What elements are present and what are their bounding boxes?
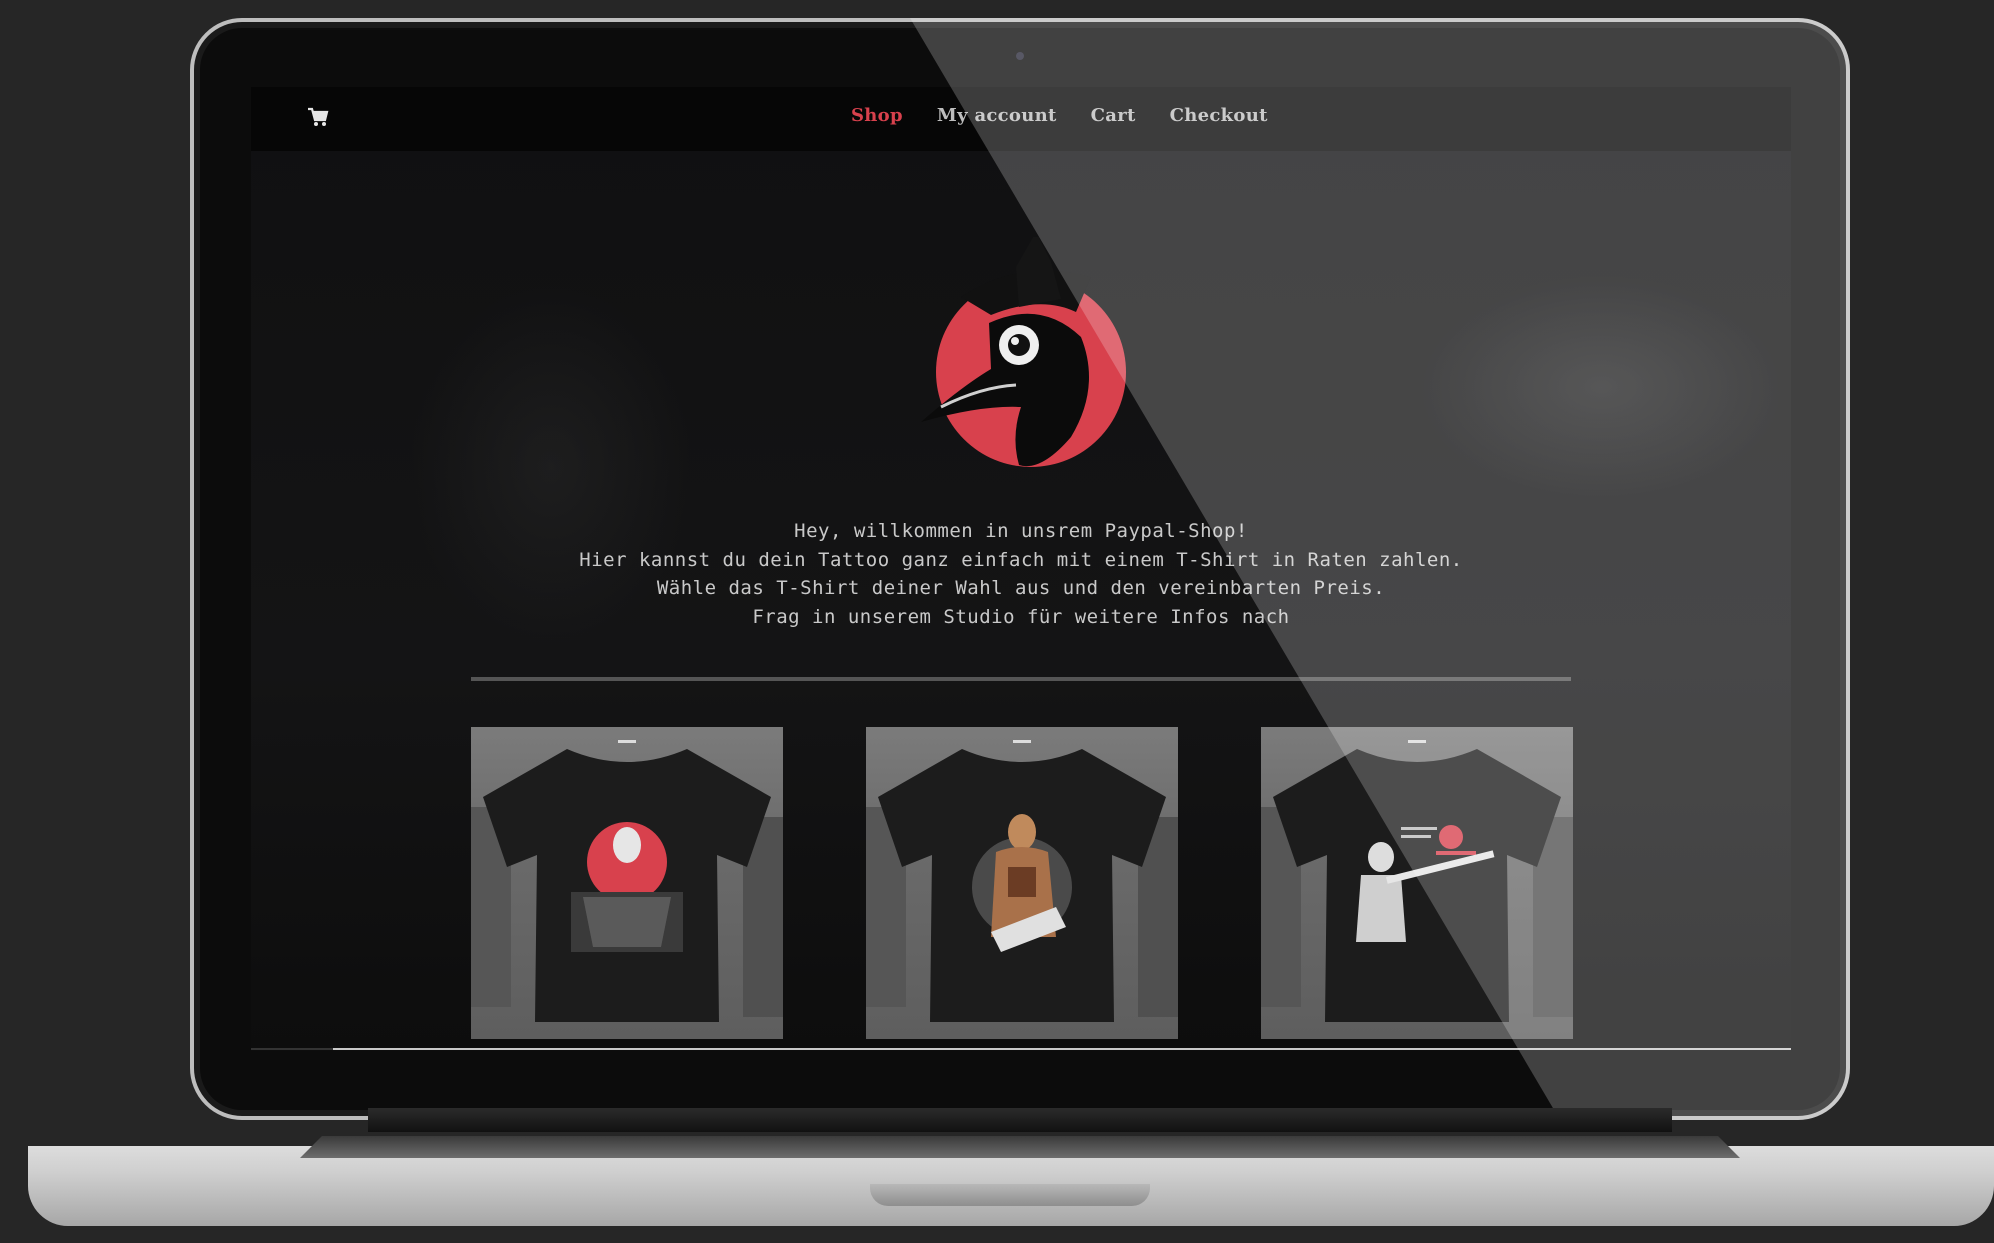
product-card-plague-doctor[interactable] xyxy=(471,727,783,1039)
keyboard-edge xyxy=(300,1136,1740,1158)
hanger-tag xyxy=(1013,740,1031,743)
cart-icon[interactable] xyxy=(307,107,329,127)
section-divider xyxy=(471,677,1571,681)
top-navigation-bar: Shop My account Cart Checkout xyxy=(251,87,1791,151)
footer-line xyxy=(251,1048,1791,1050)
nav-shop-link[interactable]: Shop xyxy=(851,105,903,126)
nav-checkout-link[interactable]: Checkout xyxy=(1170,105,1268,126)
laptop-hinge xyxy=(368,1108,1672,1132)
product-card-shotgun[interactable] xyxy=(1261,727,1573,1039)
intro-line-1: Hey, willkommen in unsrem Paypal-Shop! xyxy=(794,520,1248,542)
camera-dot xyxy=(1016,52,1024,60)
plague-doctor-logo xyxy=(901,232,1141,477)
nav-my-account-link[interactable]: My account xyxy=(937,105,1057,126)
intro-line-2: Hier kannst du dein Tattoo ganz einfach … xyxy=(579,548,1463,571)
product-card-tattooed-man[interactable] xyxy=(866,727,1178,1039)
hanger-tag xyxy=(618,740,636,743)
tshirt-plague-doctor-image xyxy=(471,749,783,1022)
lid-notch xyxy=(870,1184,1150,1206)
main-nav: Shop My account Cart Checkout xyxy=(851,105,1268,126)
intro-line-3: Wähle das T-Shirt deiner Wahl aus und de… xyxy=(656,577,1386,599)
intro-line-4: Frag in unserem Studio für weitere Infos… xyxy=(752,605,1290,628)
tshirt-shotgun-image xyxy=(1261,749,1573,1022)
product-grid xyxy=(471,727,1573,1039)
intro-text: Hey, willkommen in unsrem Paypal-Shop! H… xyxy=(251,517,1791,631)
nav-cart-link[interactable]: Cart xyxy=(1091,105,1136,126)
screen: Shop My account Cart Checkout Hey, willk… xyxy=(251,87,1791,1051)
hanger-tag xyxy=(1408,740,1426,743)
tshirt-tattooed-man-image xyxy=(866,749,1178,1022)
